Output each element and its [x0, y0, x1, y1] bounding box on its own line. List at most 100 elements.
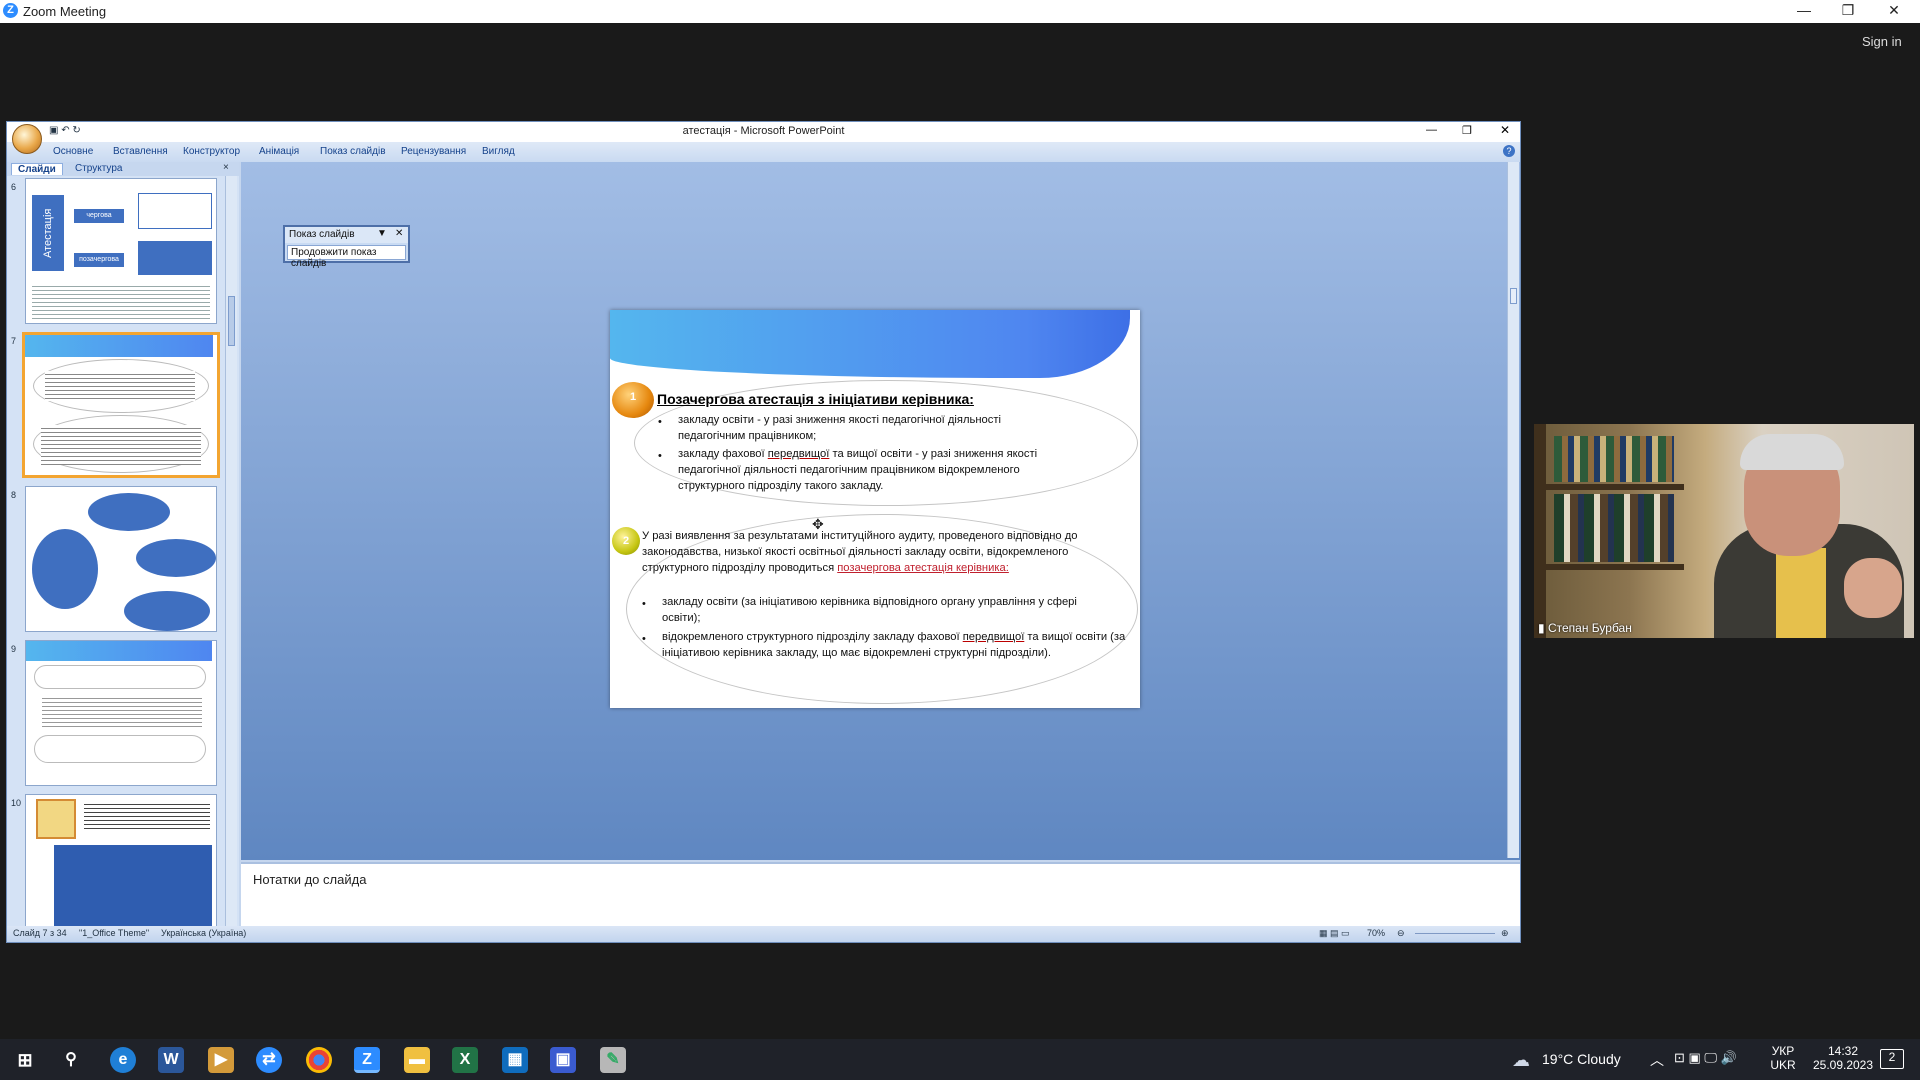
edge-icon[interactable]: e — [110, 1047, 136, 1073]
thumb-text-lines — [42, 695, 202, 727]
quick-access-toolbar[interactable]: ▣ ↶ ↻ — [49, 125, 81, 136]
help-icon[interactable]: ? — [1503, 145, 1515, 157]
cloud-icon[interactable]: ☁ — [1512, 1050, 1530, 1071]
thumb-oval — [88, 493, 170, 531]
file-explorer-icon[interactable]: ▬ — [404, 1047, 430, 1073]
tab-view[interactable]: Вигляд — [482, 146, 515, 157]
thumb-band — [25, 335, 213, 357]
participant-person — [1684, 434, 1904, 638]
bullet-icon: • — [658, 450, 662, 462]
ppt-restore-button[interactable]: ❐ — [1462, 124, 1472, 137]
close-button[interactable]: ✕ — [1872, 0, 1916, 23]
zoom-logo-icon: Z — [3, 3, 18, 18]
minimize-button[interactable]: — — [1782, 0, 1826, 23]
language-indicator[interactable]: УКР UKR — [1768, 1044, 1798, 1072]
paint-icon[interactable]: ✎ — [600, 1047, 626, 1073]
slide-bullet-3: закладу освіти (за ініціативою керівника… — [662, 596, 1077, 624]
scroll-thumb[interactable] — [228, 296, 235, 346]
stage-scrollbar[interactable] — [1507, 162, 1519, 858]
excel-icon[interactable]: X — [452, 1047, 478, 1073]
status-language[interactable]: Українська (Україна) — [161, 928, 246, 938]
thumbnail-slide-7[interactable] — [22, 332, 220, 478]
word-icon[interactable]: W — [158, 1047, 184, 1073]
notes-placeholder[interactable]: Нотатки до слайда — [253, 872, 366, 887]
thumbnail-slide-10[interactable] — [25, 794, 217, 926]
thumbnail-slide-9[interactable] — [25, 640, 217, 786]
close-toolbar-icon[interactable]: ✕ — [395, 228, 403, 239]
ppt-close-button[interactable]: ✕ — [1500, 123, 1510, 137]
tab-review[interactable]: Рецензування — [401, 146, 466, 157]
restore-button[interactable]: ❐ — [1826, 0, 1870, 23]
tray-icons[interactable]: ⊡ ▣ 🖵 🔊 — [1674, 1050, 1737, 1066]
slide-thumbnails: 6 Атестація чергова позачергова 7 8 9 10 — [7, 176, 239, 926]
status-bar: Слайд 7 з 34 "1_Office Theme" Українська… — [7, 926, 1520, 942]
close-panel-icon[interactable]: × — [223, 162, 229, 173]
thumbnails-scrollbar[interactable] — [225, 176, 237, 926]
chevron-up-icon[interactable]: ︿ — [1650, 1050, 1664, 1070]
tab-outline[interactable]: Структура — [69, 163, 128, 174]
thumb-oval — [136, 539, 216, 577]
thumbnail-slide-8[interactable] — [25, 486, 217, 632]
slideshow-toolbar[interactable]: Показ слайдів ▼ ✕ Продовжити показ слайд… — [283, 225, 410, 269]
bullet-icon: • — [642, 633, 646, 645]
number-marker-1: 1 — [612, 382, 654, 418]
tab-slides[interactable]: Слайди — [11, 163, 63, 175]
slideshow-toolbar-header: Показ слайдів ▼ ✕ — [285, 227, 408, 243]
notifications-button[interactable]: 2 — [1880, 1049, 1904, 1069]
participant-video-tile[interactable]: ▮ Степан Бурбан — [1534, 424, 1914, 638]
notes-pane[interactable]: Нотатки до слайда — [241, 862, 1520, 926]
zoom-active-icon[interactable]: Z — [354, 1047, 380, 1073]
tab-slideshow[interactable]: Показ слайдів — [320, 146, 386, 157]
current-slide[interactable]: 1 2 Позачергова атестація з ініціативи к… — [610, 310, 1140, 708]
redo-icon[interactable]: ↻ — [72, 125, 80, 136]
thumb-box: позачергова — [74, 253, 124, 267]
thumb-oval — [124, 591, 210, 631]
thumb-number: 7 — [11, 336, 17, 346]
slide-bullet-2: закладу фахової передвищої та вищої осві… — [678, 448, 1038, 492]
continue-slideshow-button[interactable]: Продовжити показ слайдів — [287, 245, 406, 269]
media-player-icon[interactable]: ▶ — [208, 1047, 234, 1073]
clock[interactable]: 14:32 25.09.2023 — [1806, 1044, 1880, 1072]
ppt-title-bar: атестація - Microsoft PowerPoint — ❐ ✕ — [7, 122, 1520, 142]
zoom-in-icon[interactable]: ⊕ — [1501, 928, 1509, 939]
thumb-box: чергова — [74, 209, 124, 223]
books — [1554, 494, 1674, 562]
thumb-bubble — [34, 735, 206, 763]
status-slide-count: Слайд 7 з 34 — [13, 928, 67, 938]
thumbnail-slide-6[interactable]: Атестація чергова позачергова — [25, 178, 217, 324]
store-icon[interactable]: ▦ — [502, 1047, 528, 1073]
participant-name: ▮ Степан Бурбан — [1538, 621, 1632, 635]
chrome-icon[interactable] — [306, 1047, 332, 1073]
slide-bullet-1: закладу освіти - у разі зниження якості … — [678, 414, 1001, 442]
zoom-slider[interactable] — [1415, 933, 1495, 934]
sign-in-link[interactable]: Sign in — [1862, 34, 1902, 49]
status-theme: "1_Office Theme" — [79, 928, 150, 938]
ppt-minimize-button[interactable]: — — [1426, 124, 1437, 136]
office-button[interactable] — [12, 124, 42, 154]
zoom-level[interactable]: 70% — [1367, 928, 1385, 938]
tab-insert[interactable]: Вставлення — [113, 146, 168, 157]
ribbon-tabs: Основне Вставлення Конструктор Анімація … — [7, 142, 1520, 162]
windows-start-icon[interactable]: ⊞ — [12, 1047, 38, 1073]
save-icon[interactable]: ▣ — [49, 125, 58, 136]
thumb-band — [26, 641, 212, 661]
scroll-thumb[interactable] — [1510, 288, 1517, 304]
tab-design[interactable]: Конструктор — [183, 146, 240, 157]
view-buttons[interactable]: ▦ ▤ ▭ — [1319, 928, 1350, 939]
save-app-icon[interactable]: ▣ — [550, 1047, 576, 1073]
weather-text[interactable]: 19°C Cloudy — [1542, 1051, 1621, 1067]
tab-home[interactable]: Основне — [53, 146, 93, 157]
bookshelf-shelf — [1534, 564, 1684, 570]
search-icon[interactable]: ⚲ — [58, 1047, 84, 1073]
thumb-text-lines — [84, 801, 210, 831]
thumb-bubble — [34, 665, 206, 689]
dropdown-icon[interactable]: ▼ — [377, 228, 387, 239]
zoom-app-icon[interactable]: ⇄ — [256, 1047, 282, 1073]
slides-panel-tabs: Слайди Структура × — [7, 162, 239, 176]
hand — [1844, 558, 1902, 618]
zoom-out-icon[interactable]: ⊖ — [1397, 928, 1405, 939]
thumb-number: 10 — [11, 798, 22, 808]
undo-icon[interactable]: ↶ — [61, 125, 69, 136]
tab-animation[interactable]: Анімація — [259, 146, 299, 157]
move-cursor-icon: ✥ — [812, 516, 824, 532]
